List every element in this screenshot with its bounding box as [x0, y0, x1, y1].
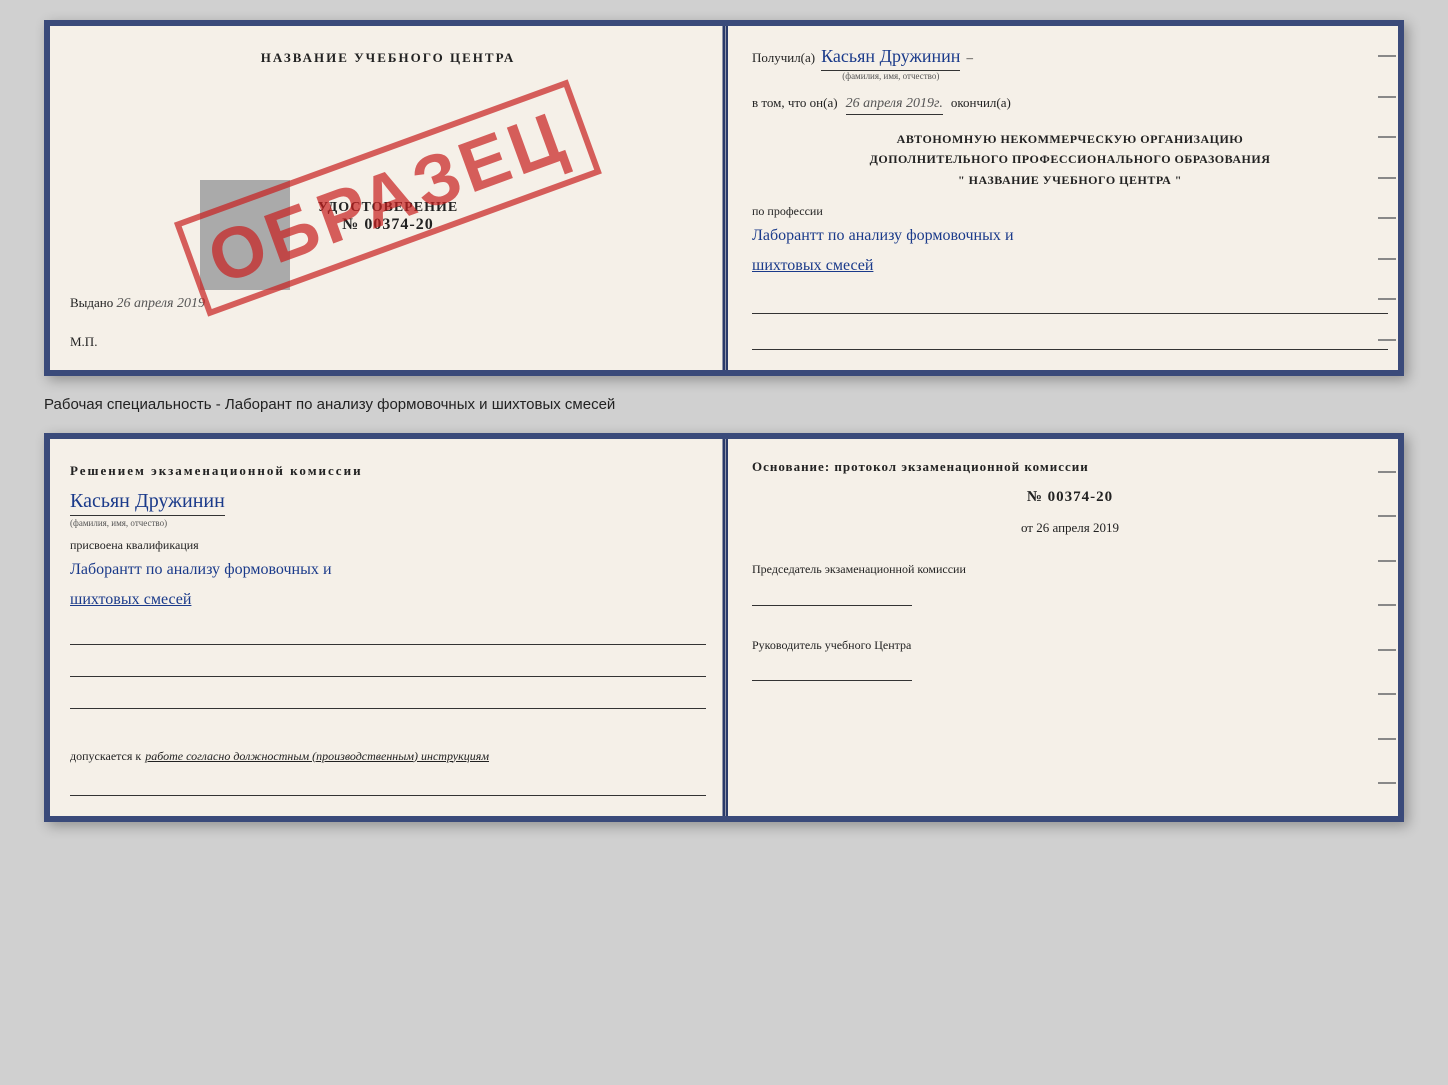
recipient-name: Касьян Дружинин [821, 46, 960, 71]
prisvoena-label: присвоена квалификация [70, 538, 706, 553]
dopuskaetsya-label: допускается к [70, 749, 141, 764]
po-professii-label: по профессии [752, 204, 1388, 219]
lower-recipient-name: Касьян Дружинин [70, 489, 225, 516]
org-line1: АВТОНОМНУЮ НЕКОММЕРЧЕСКУЮ ОРГАНИЗАЦИЮ [752, 129, 1388, 149]
proto-date: от 26 апреля 2019 [752, 520, 1388, 536]
completion-date: 26 апреля 2019г. [846, 96, 943, 115]
okonchil-label: окончил(а) [951, 95, 1011, 111]
issued-date: 26 апреля 2019 [117, 296, 205, 311]
udostoverenie-block: УДОСТОВЕРЕНИЕ № 00374-20 [70, 200, 706, 234]
lower-right-page: Основание: протокол экзаменационной коми… [728, 439, 1398, 815]
lower-underline-4 [70, 774, 706, 796]
qualification-block: присвоена квалификация Лаборантт по анал… [70, 538, 706, 612]
qualification-line2: шихтовых смесей [70, 587, 706, 613]
lower-underline-2 [70, 655, 706, 677]
osnovanie-header: Основание: протокол экзаменационной коми… [752, 459, 1388, 475]
lower-left-page: Решением экзаменационной комиссии Касьян… [50, 439, 728, 815]
lower-name-hint: (фамилия, имя, отчество) [70, 518, 706, 528]
rukovoditel-block: Руководитель учебного Центра [752, 636, 1388, 681]
profession-block: по профессии Лаборантт по анализу формов… [752, 204, 1388, 278]
underline-2 [752, 328, 1388, 350]
lower-spine-lines [1376, 439, 1398, 815]
resheniem-header: Решением экзаменационной комиссии [70, 463, 706, 479]
proto-date-value: 26 апреля 2019 [1036, 520, 1119, 535]
underline-1 [752, 292, 1388, 314]
lower-underline-1 [70, 623, 706, 645]
rukovoditel-label: Руководитель учебного Центра [752, 636, 1388, 655]
middle-specialty-text: Рабочая специальность - Лаборант по анал… [44, 392, 1404, 417]
org-line2: ДОПОЛНИТЕЛЬНОГО ПРОФЕССИОНАЛЬНОГО ОБРАЗО… [752, 149, 1388, 169]
issued-line: Выдано 26 апреля 2019 [70, 295, 706, 312]
upper-left-page: НАЗВАНИЕ УЧЕБНОГО ЦЕНТРА УДОСТОВЕРЕНИЕ №… [50, 26, 728, 370]
org-line3: " НАЗВАНИЕ УЧЕБНОГО ЦЕНТРА " [752, 170, 1388, 190]
predsedatel-signature [752, 586, 912, 606]
photo-placeholder [200, 180, 290, 290]
predsedatel-label: Председатель экзаменационной комиссии [752, 560, 1388, 579]
name-hint: (фамилия, имя, отчество) [821, 71, 960, 81]
dopuskaetsya-text: работе согласно должностным (производств… [145, 749, 489, 764]
vtom-line: в том, что он(а) 26 апреля 2019г. окончи… [752, 95, 1388, 115]
profession-line1: Лаборантт по анализу формовочных и [752, 223, 1388, 249]
lower-certificate-spread: Решением экзаменационной комиссии Касьян… [44, 433, 1404, 821]
lower-underline-3 [70, 687, 706, 709]
lower-name-block: Касьян Дружинин (фамилия, имя, отчество) [70, 489, 706, 528]
qualification-line1: Лаборантт по анализу формовочных и [70, 557, 706, 583]
rukovoditel-signature [752, 661, 912, 681]
upper-right-page: Получил(а) Касьян Дружинин (фамилия, имя… [728, 26, 1398, 370]
dopuskaetsya-block: допускается к работе согласно должностны… [70, 729, 706, 764]
cert-number: № 00374-20 [342, 216, 433, 234]
poluchil-line: Получил(а) Касьян Дружинин (фамилия, имя… [752, 46, 1388, 81]
spine-lines [1376, 26, 1398, 370]
profession-line2: шихтовых смесей [752, 253, 1388, 279]
dash: – [966, 50, 973, 66]
proto-number: № 00374-20 [752, 489, 1388, 506]
poluchil-label: Получил(а) [752, 50, 815, 66]
udostoverenie-label: УДОСТОВЕРЕНИЕ [318, 200, 458, 216]
upper-cert-title: НАЗВАНИЕ УЧЕБНОГО ЦЕНТРА [70, 50, 706, 66]
mp-label: М.П. [70, 334, 706, 350]
vtom-label: в том, что он(а) [752, 95, 838, 111]
upper-certificate-spread: НАЗВАНИЕ УЧЕБНОГО ЦЕНТРА УДОСТОВЕРЕНИЕ №… [44, 20, 1404, 376]
org-block: АВТОНОМНУЮ НЕКОММЕРЧЕСКУЮ ОРГАНИЗАЦИЮ ДО… [752, 129, 1388, 190]
predsedatel-block: Председатель экзаменационной комиссии [752, 560, 1388, 605]
